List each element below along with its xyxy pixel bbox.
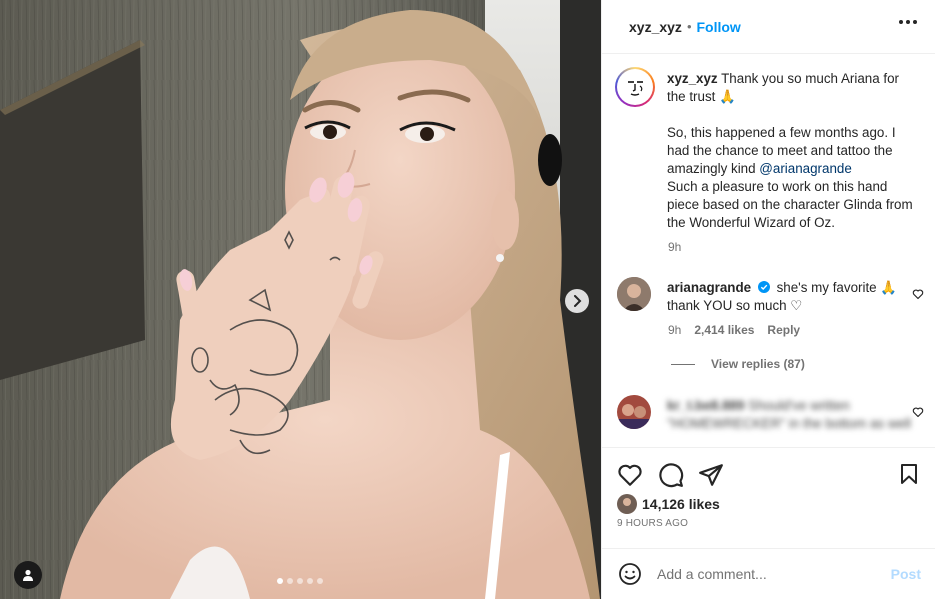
chevron-right-icon <box>574 295 582 307</box>
post-comment-button[interactable]: Post <box>891 566 921 582</box>
next-slide-button[interactable] <box>565 289 589 313</box>
post-photo[interactable] <box>0 0 601 599</box>
carousel-dot <box>297 578 303 584</box>
caption-meta: 9h <box>668 240 681 254</box>
carousel-indicators <box>277 578 323 584</box>
comment-text-block-2: kr_t.be8.889 Should've written "HOMEWREC… <box>667 397 915 433</box>
carousel-dot <box>287 578 293 584</box>
carousel-dot-active <box>277 578 283 584</box>
save-bookmark-icon[interactable] <box>897 462 921 486</box>
commenter-username-2[interactable]: kr_t.be8.889 <box>667 398 744 413</box>
separator-dot: • <box>686 19 692 34</box>
like-comment-heart-icon[interactable] <box>912 288 924 300</box>
caption-mention-link[interactable]: @arianagrande <box>759 161 852 176</box>
avatar-logo-icon <box>628 81 643 96</box>
comment-meta: 9h 2,414 likes Reply <box>668 323 800 337</box>
liker-avatar <box>617 494 637 514</box>
carousel-dot <box>317 578 323 584</box>
likes-count[interactable]: 14,126 likes <box>642 496 720 512</box>
comment-composer: Post <box>602 548 935 599</box>
view-replies-button[interactable]: View replies (87) <box>671 357 805 371</box>
view-replies-label: View replies (87) <box>711 357 805 371</box>
carousel-dot <box>307 578 313 584</box>
caption-paragraph-3: Such a pleasure to work on this hand pie… <box>667 179 913 230</box>
comment-text-block: arianagrande she's my favorite 🙏 thank Y… <box>667 279 915 315</box>
follow-button[interactable]: Follow <box>697 19 741 35</box>
caption-time: 9h <box>668 240 682 254</box>
emoji-smiley-icon[interactable] <box>618 562 642 586</box>
post-caption: xyz_xyz Thank you so much Ariana for the… <box>667 70 915 232</box>
reply-button[interactable]: Reply <box>767 323 800 337</box>
avatar-photo-2 <box>617 395 651 429</box>
post-side-panel: xyz_xyz • Follow xyz_xyz Thank you so mu… <box>601 0 935 599</box>
user-icon <box>23 569 33 581</box>
tagged-users-button[interactable] <box>14 561 42 589</box>
post-image <box>0 0 601 599</box>
add-comment-input[interactable] <box>657 563 877 585</box>
likes-summary[interactable]: 14,126 likes <box>617 494 720 514</box>
post-author-username[interactable]: xyz_xyz <box>629 19 682 35</box>
more-options-button[interactable] <box>899 20 917 24</box>
commenter-avatar-2[interactable] <box>617 395 651 429</box>
replies-divider-line <box>671 363 695 365</box>
like-heart-icon[interactable] <box>617 462 643 488</box>
comment-bubble-icon[interactable] <box>658 462 684 488</box>
post-header: xyz_xyz • Follow <box>602 0 935 54</box>
like-comment-heart-icon-2[interactable] <box>912 406 924 418</box>
commenter-avatar[interactable] <box>617 277 651 311</box>
more-horizontal-icon <box>899 20 903 24</box>
comments-list[interactable]: xyz_xyz Thank you so much Ariana for the… <box>602 55 935 447</box>
commenter-username[interactable]: arianagrande <box>667 280 751 295</box>
verified-badge-icon <box>757 281 770 293</box>
post-timestamp: 9 HOURS AGO <box>617 518 689 529</box>
share-send-icon[interactable] <box>698 462 724 488</box>
comment-time: 9h <box>668 323 682 337</box>
author-avatar[interactable] <box>615 67 655 107</box>
caption-username[interactable]: xyz_xyz <box>667 71 718 86</box>
comment-likes-count[interactable]: 2,414 likes <box>694 323 754 337</box>
avatar-photo <box>617 277 651 311</box>
